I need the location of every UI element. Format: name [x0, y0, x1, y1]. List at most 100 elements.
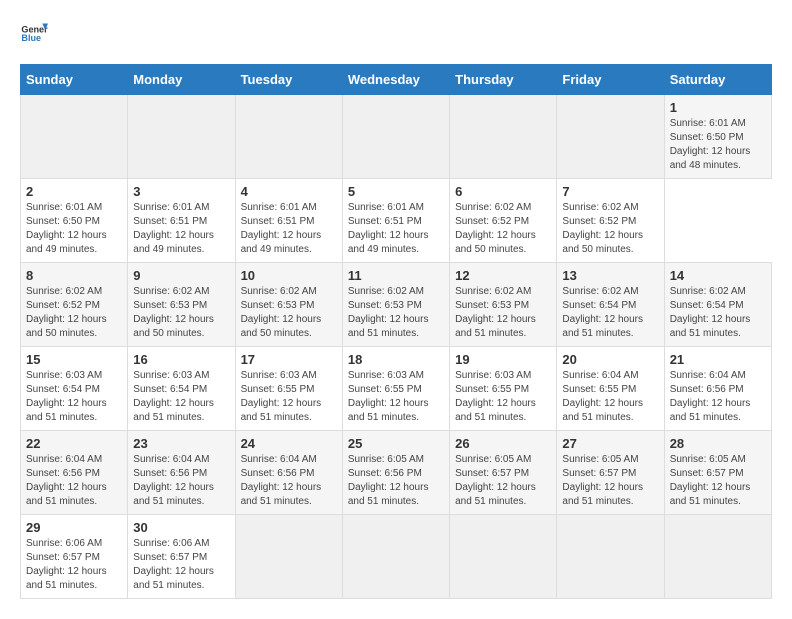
calendar-week-3: 8 Sunrise: 6:02 AMSunset: 6:52 PMDayligh…: [21, 263, 772, 347]
calendar-cell: [342, 95, 449, 179]
day-number: 17: [241, 352, 337, 367]
calendar-cell: 30 Sunrise: 6:06 AMSunset: 6:57 PMDaylig…: [128, 515, 235, 599]
calendar-cell: 16 Sunrise: 6:03 AMSunset: 6:54 PMDaylig…: [128, 347, 235, 431]
cell-info: Sunrise: 6:04 AMSunset: 6:56 PMDaylight:…: [670, 370, 751, 423]
calendar-cell: 15 Sunrise: 6:03 AMSunset: 6:54 PMDaylig…: [21, 347, 128, 431]
calendar-cell: 9 Sunrise: 6:02 AMSunset: 6:53 PMDayligh…: [128, 263, 235, 347]
day-number: 15: [26, 352, 122, 367]
calendar-cell: 26 Sunrise: 6:05 AMSunset: 6:57 PMDaylig…: [450, 431, 557, 515]
calendar-cell: 8 Sunrise: 6:02 AMSunset: 6:52 PMDayligh…: [21, 263, 128, 347]
day-number: 25: [348, 436, 444, 451]
cell-info: Sunrise: 6:03 AMSunset: 6:54 PMDaylight:…: [133, 370, 214, 423]
day-number: 8: [26, 268, 122, 283]
calendar-cell: 25 Sunrise: 6:05 AMSunset: 6:56 PMDaylig…: [342, 431, 449, 515]
calendar-cell: 21 Sunrise: 6:04 AMSunset: 6:56 PMDaylig…: [664, 347, 771, 431]
cell-info: Sunrise: 6:05 AMSunset: 6:57 PMDaylight:…: [670, 454, 751, 507]
cell-info: Sunrise: 6:03 AMSunset: 6:55 PMDaylight:…: [348, 370, 429, 423]
day-number: 2: [26, 184, 122, 199]
cell-info: Sunrise: 6:05 AMSunset: 6:56 PMDaylight:…: [348, 454, 429, 507]
day-number: 28: [670, 436, 766, 451]
day-number: 26: [455, 436, 551, 451]
calendar-cell: 13 Sunrise: 6:02 AMSunset: 6:54 PMDaylig…: [557, 263, 664, 347]
calendar-week-2: 2 Sunrise: 6:01 AMSunset: 6:50 PMDayligh…: [21, 179, 772, 263]
day-header-sunday: Sunday: [21, 65, 128, 95]
cell-info: Sunrise: 6:02 AMSunset: 6:52 PMDaylight:…: [455, 202, 536, 255]
cell-info: Sunrise: 6:04 AMSunset: 6:56 PMDaylight:…: [133, 454, 214, 507]
cell-info: Sunrise: 6:02 AMSunset: 6:53 PMDaylight:…: [241, 286, 322, 339]
cell-info: Sunrise: 6:02 AMSunset: 6:53 PMDaylight:…: [455, 286, 536, 339]
cell-info: Sunrise: 6:01 AMSunset: 6:50 PMDaylight:…: [26, 202, 107, 255]
day-number: 22: [26, 436, 122, 451]
day-number: 16: [133, 352, 229, 367]
day-header-thursday: Thursday: [450, 65, 557, 95]
day-number: 7: [562, 184, 658, 199]
calendar-cell: 18 Sunrise: 6:03 AMSunset: 6:55 PMDaylig…: [342, 347, 449, 431]
logo: General Blue: [20, 20, 52, 48]
cell-info: Sunrise: 6:01 AMSunset: 6:51 PMDaylight:…: [133, 202, 214, 255]
calendar-cell: 19 Sunrise: 6:03 AMSunset: 6:55 PMDaylig…: [450, 347, 557, 431]
cell-info: Sunrise: 6:03 AMSunset: 6:54 PMDaylight:…: [26, 370, 107, 423]
cell-info: Sunrise: 6:04 AMSunset: 6:55 PMDaylight:…: [562, 370, 643, 423]
day-number: 18: [348, 352, 444, 367]
day-number: 3: [133, 184, 229, 199]
cell-info: Sunrise: 6:03 AMSunset: 6:55 PMDaylight:…: [241, 370, 322, 423]
calendar-cell: 24 Sunrise: 6:04 AMSunset: 6:56 PMDaylig…: [235, 431, 342, 515]
calendar-cell: 29 Sunrise: 6:06 AMSunset: 6:57 PMDaylig…: [21, 515, 128, 599]
day-number: 1: [670, 100, 766, 115]
cell-info: Sunrise: 6:04 AMSunset: 6:56 PMDaylight:…: [26, 454, 107, 507]
calendar-cell: [450, 515, 557, 599]
day-number: 9: [133, 268, 229, 283]
calendar-cell: [21, 95, 128, 179]
calendar-week-4: 15 Sunrise: 6:03 AMSunset: 6:54 PMDaylig…: [21, 347, 772, 431]
day-number: 13: [562, 268, 658, 283]
day-number: 20: [562, 352, 658, 367]
day-number: 27: [562, 436, 658, 451]
day-number: 29: [26, 520, 122, 535]
day-header-monday: Monday: [128, 65, 235, 95]
calendar-cell: [235, 515, 342, 599]
day-number: 4: [241, 184, 337, 199]
cell-info: Sunrise: 6:05 AMSunset: 6:57 PMDaylight:…: [455, 454, 536, 507]
day-header-saturday: Saturday: [664, 65, 771, 95]
calendar-cell: 1 Sunrise: 6:01 AMSunset: 6:50 PMDayligh…: [664, 95, 771, 179]
cell-info: Sunrise: 6:02 AMSunset: 6:53 PMDaylight:…: [348, 286, 429, 339]
calendar-week-6: 29 Sunrise: 6:06 AMSunset: 6:57 PMDaylig…: [21, 515, 772, 599]
cell-info: Sunrise: 6:03 AMSunset: 6:55 PMDaylight:…: [455, 370, 536, 423]
day-number: 12: [455, 268, 551, 283]
calendar-cell: 7 Sunrise: 6:02 AMSunset: 6:52 PMDayligh…: [557, 179, 664, 263]
cell-info: Sunrise: 6:06 AMSunset: 6:57 PMDaylight:…: [133, 538, 214, 591]
cell-info: Sunrise: 6:02 AMSunset: 6:54 PMDaylight:…: [562, 286, 643, 339]
cell-info: Sunrise: 6:04 AMSunset: 6:56 PMDaylight:…: [241, 454, 322, 507]
calendar-cell: 5 Sunrise: 6:01 AMSunset: 6:51 PMDayligh…: [342, 179, 449, 263]
calendar-table: SundayMondayTuesdayWednesdayThursdayFrid…: [20, 64, 772, 599]
calendar-cell: [450, 95, 557, 179]
calendar-cell: 6 Sunrise: 6:02 AMSunset: 6:52 PMDayligh…: [450, 179, 557, 263]
calendar-cell: 23 Sunrise: 6:04 AMSunset: 6:56 PMDaylig…: [128, 431, 235, 515]
calendar-cell: [557, 515, 664, 599]
day-header-tuesday: Tuesday: [235, 65, 342, 95]
cell-info: Sunrise: 6:02 AMSunset: 6:53 PMDaylight:…: [133, 286, 214, 339]
page-header: General Blue: [20, 20, 772, 48]
day-header-friday: Friday: [557, 65, 664, 95]
calendar-cell: 10 Sunrise: 6:02 AMSunset: 6:53 PMDaylig…: [235, 263, 342, 347]
calendar-cell: [664, 515, 771, 599]
logo-icon: General Blue: [20, 20, 48, 48]
cell-info: Sunrise: 6:02 AMSunset: 6:52 PMDaylight:…: [562, 202, 643, 255]
cell-info: Sunrise: 6:06 AMSunset: 6:57 PMDaylight:…: [26, 538, 107, 591]
day-number: 11: [348, 268, 444, 283]
day-header-wednesday: Wednesday: [342, 65, 449, 95]
day-number: 6: [455, 184, 551, 199]
calendar-cell: [235, 95, 342, 179]
calendar-cell: [557, 95, 664, 179]
calendar-cell: [342, 515, 449, 599]
cell-info: Sunrise: 6:05 AMSunset: 6:57 PMDaylight:…: [562, 454, 643, 507]
day-number: 5: [348, 184, 444, 199]
day-number: 14: [670, 268, 766, 283]
calendar-cell: 3 Sunrise: 6:01 AMSunset: 6:51 PMDayligh…: [128, 179, 235, 263]
calendar-cell: 12 Sunrise: 6:02 AMSunset: 6:53 PMDaylig…: [450, 263, 557, 347]
cell-info: Sunrise: 6:01 AMSunset: 6:51 PMDaylight:…: [241, 202, 322, 255]
day-number: 21: [670, 352, 766, 367]
day-number: 30: [133, 520, 229, 535]
calendar-cell: 27 Sunrise: 6:05 AMSunset: 6:57 PMDaylig…: [557, 431, 664, 515]
cell-info: Sunrise: 6:02 AMSunset: 6:54 PMDaylight:…: [670, 286, 751, 339]
